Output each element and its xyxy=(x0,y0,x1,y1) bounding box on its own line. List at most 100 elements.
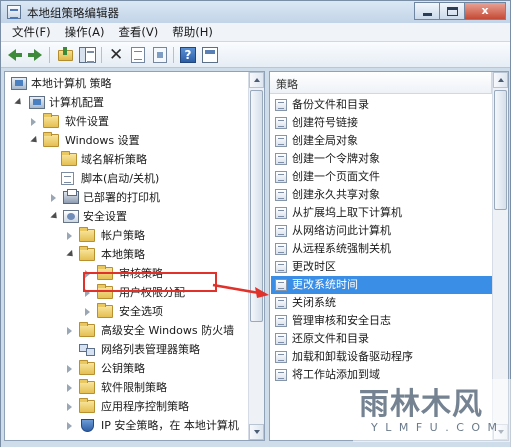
expand-toggle-icon[interactable] xyxy=(66,249,76,260)
list-item-label: 从网络访问此计算机 xyxy=(292,224,391,237)
collapse-toggle-icon[interactable] xyxy=(85,308,90,316)
folder-icon xyxy=(79,398,95,413)
tree-item-label: 安全选项 xyxy=(119,305,163,318)
minimize-button[interactable] xyxy=(414,2,440,20)
forward-button[interactable] xyxy=(25,46,43,64)
list-item[interactable]: 创建符号链接 xyxy=(271,114,492,132)
scroll-thumb[interactable] xyxy=(494,90,507,210)
list-item[interactable]: 管理审核和安全日志 xyxy=(271,312,492,330)
maximize-button[interactable] xyxy=(439,2,465,20)
tree-item-label: 高级安全 Windows 防火墙 xyxy=(101,324,235,337)
collapse-toggle-icon[interactable] xyxy=(67,365,72,373)
list-item[interactable]: 从远程系统强制关机 xyxy=(271,240,492,258)
export-list-button[interactable] xyxy=(151,46,169,64)
list-item-selected[interactable]: 更改系统时间 xyxy=(271,276,492,294)
expand-toggle-icon[interactable] xyxy=(30,135,40,146)
list-item[interactable]: 从扩展坞上取下计算机 xyxy=(271,204,492,222)
app-window: 本地组策略编辑器 x 文件(F) 操作(A) 查看(V) 帮助(H) ✕ ? 本… xyxy=(0,0,511,447)
menu-file[interactable]: 文件(F) xyxy=(5,24,58,40)
tree-scrollbar[interactable] xyxy=(248,72,264,440)
policy-icon xyxy=(275,225,287,237)
scroll-up-button[interactable] xyxy=(249,72,264,88)
collapse-toggle-icon[interactable] xyxy=(67,327,72,335)
snapin-icon xyxy=(202,47,218,63)
title-bar[interactable]: 本地组策略编辑器 x xyxy=(1,1,510,23)
list-item[interactable]: 备份文件和目录 xyxy=(271,96,492,114)
collapse-toggle-icon[interactable] xyxy=(67,422,72,430)
menu-view[interactable]: 查看(V) xyxy=(111,24,165,40)
tree-item-label: 帐户策略 xyxy=(101,229,145,242)
policy-icon xyxy=(275,153,287,165)
back-button[interactable] xyxy=(7,46,25,64)
folder-icon xyxy=(43,113,59,128)
tree-item-label: 公钥策略 xyxy=(101,362,145,375)
menu-bar: 文件(F) 操作(A) 查看(V) 帮助(H) xyxy=(1,23,510,42)
annotation-arrow-icon xyxy=(212,283,269,298)
list-item-label: 管理审核和安全日志 xyxy=(292,314,391,327)
gear-icon xyxy=(63,210,79,223)
up-folder-button[interactable] xyxy=(57,46,75,64)
tree-item-label: IP 安全策略，在 本地计算机 xyxy=(101,419,239,432)
printer-icon xyxy=(63,189,79,204)
policy-icon xyxy=(275,333,287,345)
collapse-toggle-icon[interactable] xyxy=(67,384,72,392)
menu-help[interactable]: 帮助(H) xyxy=(165,24,220,40)
list-item[interactable]: 从网络访问此计算机 xyxy=(271,222,492,240)
tree-item-label: 软件限制策略 xyxy=(101,381,167,394)
export-list-icon xyxy=(153,47,167,63)
folder-icon xyxy=(79,360,95,375)
watermark-url: Y L M F U . C O M xyxy=(371,421,500,434)
scroll-up-button[interactable] xyxy=(493,72,508,88)
list-item[interactable]: 创建全局对象 xyxy=(271,132,492,150)
list-item-label: 加载和卸载设备驱动程序 xyxy=(292,350,413,363)
list-item-label: 从远程系统强制关机 xyxy=(292,242,391,255)
toolbar-separator xyxy=(101,47,102,63)
list-item[interactable]: 加载和卸载设备驱动程序 xyxy=(271,348,492,366)
expand-toggle-icon[interactable] xyxy=(14,97,24,108)
collapse-toggle-icon[interactable] xyxy=(67,403,72,411)
tree-item-label: 计算机配置 xyxy=(49,96,104,109)
list-item[interactable]: 更改时区 xyxy=(271,258,492,276)
collapse-toggle-icon[interactable] xyxy=(51,194,56,202)
computer-policy-icon xyxy=(11,77,27,90)
policy-icon xyxy=(275,243,287,255)
highlight-box xyxy=(83,272,217,292)
back-icon xyxy=(8,49,22,61)
collapse-toggle-icon[interactable] xyxy=(67,232,72,240)
show-hide-tree-button[interactable] xyxy=(79,46,97,64)
tree-item-label: 已部署的打印机 xyxy=(83,191,160,204)
close-button[interactable]: x xyxy=(464,2,506,20)
list-column-header[interactable]: 策略 xyxy=(270,72,492,94)
list-item[interactable]: 创建一个令牌对象 xyxy=(271,150,492,168)
properties-icon xyxy=(131,47,145,63)
help-icon: ? xyxy=(180,47,196,63)
tree-item-label: Windows 设置 xyxy=(65,134,140,147)
list-item-label: 备份文件和目录 xyxy=(292,98,369,111)
window-controls: x xyxy=(414,2,506,20)
collapse-toggle-icon[interactable] xyxy=(31,118,36,126)
snapin-button[interactable] xyxy=(201,46,219,64)
list-item[interactable]: 创建一个页面文件 xyxy=(271,168,492,186)
folder-icon xyxy=(79,379,95,394)
scroll-down-button[interactable] xyxy=(249,424,264,440)
tree-pane[interactable]: 本地计算机 策略 计算机配置 软件设置 Windows 设置 域名解析策略 脚本… xyxy=(4,71,265,441)
tree-item-label: 安全设置 xyxy=(83,210,127,223)
policy-icon xyxy=(275,315,287,327)
list-item[interactable]: 创建永久共享对象 xyxy=(271,186,492,204)
menu-action[interactable]: 操作(A) xyxy=(58,24,112,40)
policy-icon xyxy=(275,261,287,273)
policy-icon xyxy=(275,189,287,201)
toolbar-separator xyxy=(49,47,50,63)
list-item[interactable]: 还原文件和目录 xyxy=(271,330,492,348)
list-item[interactable]: 关闭系统 xyxy=(271,294,492,312)
delete-button[interactable]: ✕ xyxy=(107,46,125,64)
policy-icon xyxy=(275,351,287,363)
show-hide-tree-icon xyxy=(79,47,96,63)
list-item-label: 还原文件和目录 xyxy=(292,332,369,345)
properties-button[interactable] xyxy=(129,46,147,64)
help-button[interactable]: ? xyxy=(179,46,197,64)
toolbar: ✕ ? xyxy=(1,42,510,68)
expand-toggle-icon[interactable] xyxy=(50,211,60,222)
group-policy-app-icon xyxy=(7,5,21,19)
policy-icon xyxy=(275,135,287,147)
